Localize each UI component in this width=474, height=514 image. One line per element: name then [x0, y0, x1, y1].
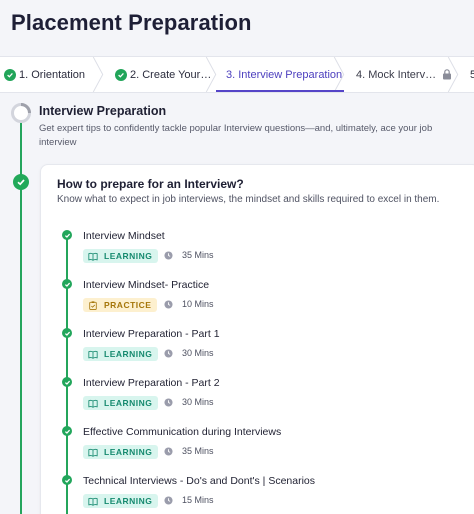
learning-badge: LEARNING	[83, 249, 159, 263]
clock-icon	[164, 446, 173, 456]
check-circle-icon	[62, 377, 72, 387]
learning-badge: LEARNING	[83, 396, 159, 410]
duration: 15 Mins	[164, 495, 214, 505]
learning-badge: LEARNING	[83, 494, 159, 508]
check-circle-icon	[62, 426, 72, 436]
step-orientation[interactable]: 1. Orientation	[0, 57, 104, 92]
step-label: 2. Create Your…	[130, 68, 212, 81]
list-item[interactable]: Interview Preparation - Part 1 LEARNING …	[0, 328, 474, 376]
learning-badge: LEARNING	[83, 347, 159, 361]
step-label: 5	[470, 69, 474, 81]
duration: 30 Mins	[164, 397, 214, 407]
check-circle-icon	[62, 475, 72, 485]
step-label: 3. Interview Preparation	[226, 68, 343, 81]
duration: 30 Mins	[164, 348, 214, 358]
book-icon	[88, 497, 98, 506]
duration: 10 Mins	[164, 299, 214, 309]
list-item[interactable]: Effective Communication during Interview…	[0, 426, 474, 474]
step-5[interactable]: 5	[458, 57, 474, 92]
page-title: Placement Preparation	[11, 10, 252, 35]
list-item[interactable]: Technical Interviews - Do's and Dont's |…	[0, 475, 474, 514]
check-circle-icon	[62, 230, 72, 240]
progress-ring-icon	[11, 103, 31, 123]
practice-badge: PRACTICE	[83, 298, 158, 312]
check-circle-icon	[4, 68, 16, 81]
module-title[interactable]: How to prepare for an Interview?	[57, 177, 244, 191]
clock-icon	[164, 397, 173, 407]
section-title: Interview Preparation	[39, 104, 167, 118]
module-subtitle: Know what to expect in job interviews, t…	[57, 194, 440, 205]
item-title[interactable]: Technical Interviews - Do's and Dont's |…	[83, 475, 315, 487]
book-icon	[88, 350, 98, 359]
stepper: 1. Orientation 2. Create Your… 3. Interv…	[0, 56, 474, 93]
duration: 35 Mins	[164, 250, 214, 260]
check-circle-icon	[62, 328, 72, 338]
book-icon	[88, 252, 98, 261]
section-description: Get expert tips to confidently tackle po…	[39, 123, 433, 148]
clipboard-icon	[89, 300, 97, 310]
clock-icon	[164, 299, 173, 309]
check-circle-icon	[13, 174, 29, 190]
item-title[interactable]: Interview Mindset- Practice	[83, 279, 209, 291]
book-icon	[88, 448, 98, 457]
step-label: 1. Orientation	[19, 68, 86, 81]
book-icon	[88, 399, 98, 408]
check-circle-icon	[62, 279, 72, 289]
item-title[interactable]: Effective Communication during Interview…	[83, 426, 281, 438]
list-item[interactable]: Interview Mindset- Practice PRACTICE 10 …	[0, 279, 474, 327]
duration: 35 Mins	[164, 446, 214, 456]
check-circle-icon	[115, 68, 127, 81]
item-title[interactable]: Interview Mindset	[83, 230, 165, 242]
clock-icon	[164, 250, 173, 260]
step-mock-interview[interactable]: 4. Mock Interv…	[344, 57, 459, 92]
clock-icon	[164, 348, 173, 358]
clock-icon	[164, 495, 173, 505]
list-item[interactable]: Interview Mindset LEARNING 35 Mins	[0, 230, 474, 278]
step-label: 4. Mock Interv…	[356, 68, 437, 81]
item-title[interactable]: Interview Preparation - Part 1	[83, 328, 220, 340]
step-interview-preparation[interactable]: 3. Interview Preparation	[216, 57, 345, 92]
item-title[interactable]: Interview Preparation - Part 2	[83, 377, 220, 389]
list-item[interactable]: Interview Preparation - Part 2 LEARNING …	[0, 377, 474, 425]
learning-badge: LEARNING	[83, 445, 159, 459]
step-create-your[interactable]: 2. Create Your…	[103, 57, 217, 92]
